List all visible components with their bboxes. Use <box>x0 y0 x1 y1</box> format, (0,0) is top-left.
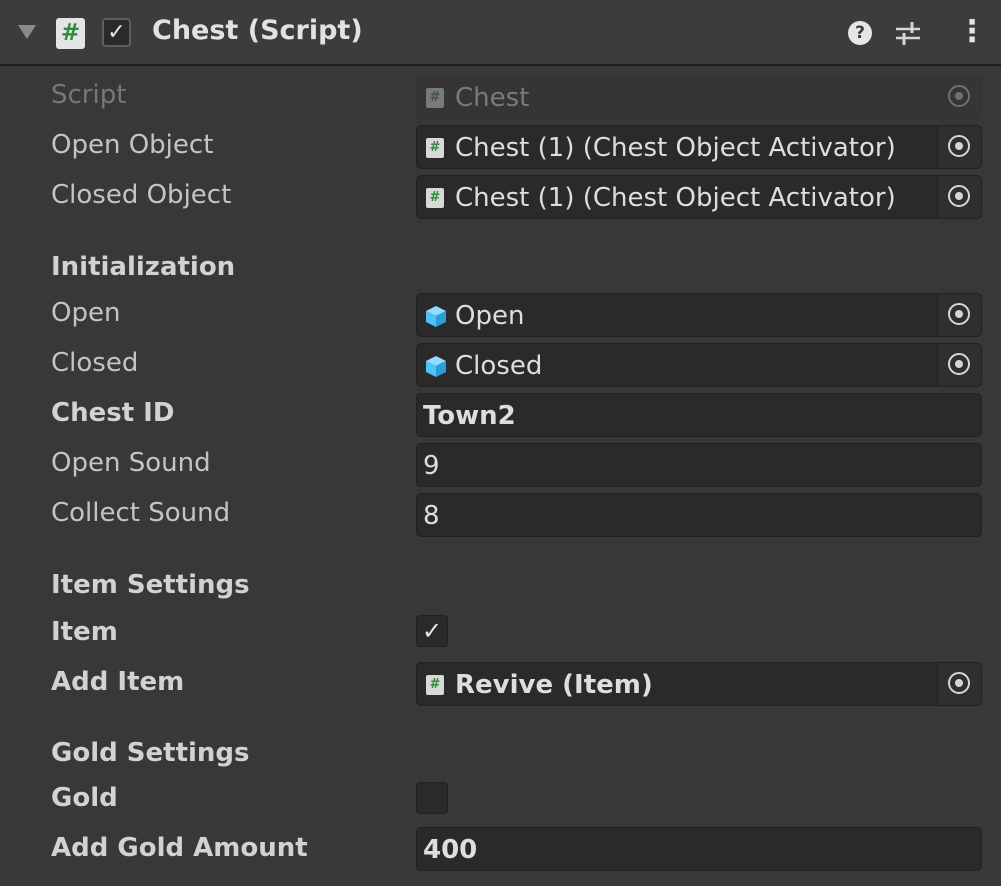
fold-arrow-icon[interactable] <box>18 25 36 39</box>
object-picker-icon <box>948 672 970 694</box>
script-value: Chest <box>455 83 530 113</box>
object-picker-icon <box>948 185 970 207</box>
more-menu-icon[interactable]: ⋮ <box>957 15 987 49</box>
open-object-picker[interactable] <box>937 126 981 168</box>
chest-id-input[interactable]: Town2 <box>416 393 982 437</box>
prefab-cube-icon <box>426 306 446 327</box>
script-picker <box>937 76 981 118</box>
script-icon: # <box>56 18 85 49</box>
script-file-icon: # <box>426 675 444 695</box>
open-object-label: Open Object <box>51 130 214 160</box>
script-file-icon: # <box>426 138 444 158</box>
script-field: # Chest <box>416 75 982 119</box>
closed-object-value: Chest (1) (Chest Object Activator) <box>455 183 896 213</box>
chest-id-label: Chest ID <box>51 398 175 428</box>
object-picker-icon <box>948 303 970 325</box>
add-gold-amount-value: 400 <box>423 835 478 865</box>
closed-label: Closed <box>51 348 139 378</box>
collect-sound-value: 8 <box>423 501 440 531</box>
chest-id-value: Town2 <box>423 401 516 431</box>
closed-field[interactable]: Closed <box>416 343 982 387</box>
collect-sound-input[interactable]: 8 <box>416 493 982 537</box>
gold-label: Gold <box>51 783 118 813</box>
object-picker-icon <box>948 85 970 107</box>
initialization-header: Initialization <box>51 252 236 282</box>
script-file-icon: # <box>426 88 444 108</box>
preset-icon[interactable] <box>893 19 923 47</box>
gold-settings-header: Gold Settings <box>51 738 250 768</box>
add-item-value: Revive (Item) <box>455 670 653 700</box>
script-file-icon: # <box>426 188 444 208</box>
closed-object-label: Closed Object <box>51 180 232 210</box>
open-value: Open <box>455 301 525 331</box>
open-sound-value: 9 <box>423 451 440 481</box>
gold-checkbox[interactable] <box>416 782 448 814</box>
collect-sound-label: Collect Sound <box>51 498 231 528</box>
item-label: Item <box>51 617 118 647</box>
item-checkbox[interactable]: ✓ <box>416 615 448 647</box>
open-label: Open <box>51 298 121 328</box>
add-item-field[interactable]: # Revive (Item) <box>416 662 982 706</box>
add-item-label: Add Item <box>51 667 185 697</box>
closed-value: Closed <box>455 351 543 381</box>
object-picker-icon <box>948 353 970 375</box>
component-enabled-checkbox[interactable]: ✓ <box>102 18 131 47</box>
closed-object-picker[interactable] <box>937 176 981 218</box>
open-sound-input[interactable]: 9 <box>416 443 982 487</box>
open-picker[interactable] <box>937 294 981 336</box>
script-label: Script <box>51 80 127 110</box>
prefab-cube-icon <box>426 356 446 377</box>
item-settings-header: Item Settings <box>51 570 250 600</box>
component-header: # ✓ Chest (Script) ? ⋮ <box>0 0 1001 66</box>
add-item-picker[interactable] <box>937 663 981 705</box>
open-object-value: Chest (1) (Chest Object Activator) <box>455 133 896 163</box>
object-picker-icon <box>948 135 970 157</box>
open-field[interactable]: Open <box>416 293 982 337</box>
closed-object-field[interactable]: # Chest (1) (Chest Object Activator) <box>416 175 982 219</box>
add-gold-amount-input[interactable]: 400 <box>416 827 982 871</box>
add-gold-amount-label: Add Gold Amount <box>51 833 308 863</box>
closed-picker[interactable] <box>937 344 981 386</box>
component-title[interactable]: Chest (Script) <box>152 15 363 46</box>
help-icon[interactable]: ? <box>848 21 872 45</box>
open-object-field[interactable]: # Chest (1) (Chest Object Activator) <box>416 125 982 169</box>
open-sound-label: Open Sound <box>51 448 211 478</box>
